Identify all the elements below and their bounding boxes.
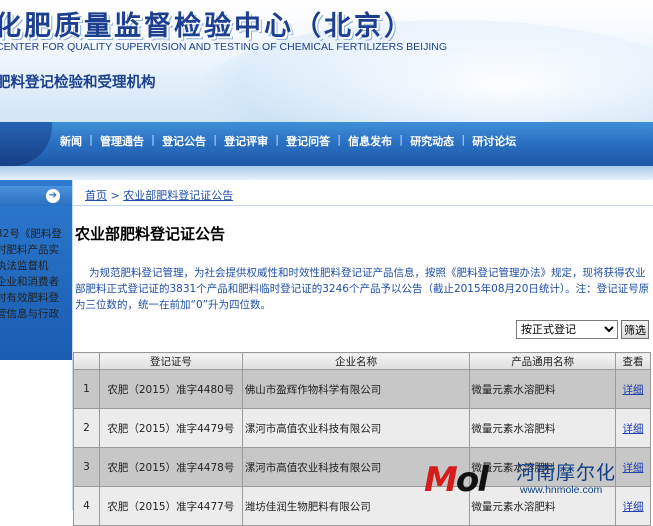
watermark: Mol 河南摩尔化 www.hnmole.com	[424, 458, 653, 510]
main-nav: 新闻 | 管理通告 | 登记公告 | 登记评审 | 登记问答 | 信息发布 | …	[0, 122, 653, 166]
breadcrumb-separator: >	[107, 189, 124, 202]
table-header-row: 登记证号 企业名称 产品通用名称 查看	[73, 352, 651, 370]
col-header-view: 查看	[615, 352, 651, 370]
row-index: 2	[73, 408, 100, 448]
row-cert: 农肥（2015）准字4477号	[98, 486, 243, 526]
breadcrumb: 首页 > 农业部肥料登记证公告	[85, 187, 233, 203]
sidebar-line: 时肥料产品实	[0, 244, 59, 256]
nav-item-registration-review[interactable]: 登记评审	[224, 133, 268, 149]
breadcrumb-underline	[73, 205, 653, 206]
nav-item-research[interactable]: 研究动态	[410, 133, 454, 149]
detail-link[interactable]: 详细	[623, 384, 644, 396]
sidebar-line: 32号《肥料登	[0, 228, 62, 240]
table-row: 2 农肥（2015）准字4479号 漯河市高值农业科技有限公司 微量元素水溶肥料…	[73, 408, 651, 448]
row-index: 3	[73, 447, 100, 487]
col-header-index	[73, 352, 100, 370]
row-cert: 农肥（2015）准字4479号	[98, 408, 243, 448]
row-cert: 农肥（2015）准字4480号	[98, 369, 243, 409]
nav-item-management-notice[interactable]: 管理通告	[100, 133, 144, 149]
nav-left-decoration	[0, 122, 52, 166]
filter-bar: 按正式登记 筛选	[516, 320, 649, 339]
watermark-url: www.hnmole.com	[520, 484, 603, 496]
registration-type-select[interactable]: 按正式登记	[516, 320, 618, 339]
sidebar-line: 营信息与行政	[0, 308, 59, 320]
nav-item-forum[interactable]: 研讨论坛	[472, 133, 516, 149]
sidebar-line: 时有效肥料登	[0, 292, 59, 304]
sidebar-line: 企业和消费者	[0, 276, 59, 288]
col-header-product: 产品通用名称	[469, 352, 617, 370]
page-title: 农业部肥料登记证公告	[75, 225, 226, 243]
filter-button[interactable]: 筛选	[621, 320, 649, 339]
table-row: 1 农肥（2015）准字4480号 佛山市盈辉作物科学有限公司 微量元素水溶肥料…	[73, 369, 651, 409]
col-header-company: 企业名称	[241, 352, 471, 370]
site-header: 化肥质量监督检验中心（北京） CENTER FOR QUALITY SUPERV…	[0, 0, 653, 125]
nav-list: 新闻 | 管理通告 | 登记公告 | 登记评审 | 登记问答 | 信息发布 | …	[60, 133, 517, 149]
breadcrumb-current-link[interactable]: 农业部肥料登记证公告	[123, 189, 233, 202]
nav-item-registration-qa[interactable]: 登记问答	[286, 133, 330, 149]
row-index: 1	[73, 369, 100, 409]
site-subtitle: 肥料登记检验和受理机构	[0, 75, 156, 91]
row-product: 微量元素水溶肥料	[469, 369, 617, 409]
nav-item-registration-announcement[interactable]: 登记公告	[162, 133, 206, 149]
row-company: 漯河市高值农业科技有限公司	[241, 408, 471, 448]
sidebar-text: 32号《肥料登 时肥料产品实 执法监督机 企业和消费者 时有效肥料登 营信息与行…	[0, 226, 72, 322]
arrow-right-icon[interactable]: ➔	[46, 189, 60, 203]
nav-item-info-release[interactable]: 信息发布	[348, 133, 392, 149]
nav-item-news[interactable]: 新闻	[60, 133, 82, 149]
row-index: 4	[73, 486, 100, 526]
watermark-logo: Mol	[424, 460, 489, 500]
watermark-name: 河南摩尔化	[516, 462, 617, 484]
detail-link[interactable]: 详细	[623, 423, 644, 435]
site-title-en: CENTER FOR QUALITY SUPERVISION AND TESTI…	[0, 41, 447, 53]
site-title-cn: 化肥质量监督检验中心（北京）	[0, 11, 414, 42]
row-company: 佛山市盈辉作物科学有限公司	[241, 369, 471, 409]
intro-text: 为规范肥料登记管理，为社会提供权威性和时效性肥料登记证产品信息，按照《肥料登记管…	[75, 267, 650, 311]
nav-shadow	[0, 166, 653, 180]
breadcrumb-home-link[interactable]: 首页	[85, 189, 107, 202]
sidebar-line: 执法监督机	[0, 260, 49, 272]
row-cert: 农肥（2015）准字4478号	[98, 447, 243, 487]
col-header-cert: 登记证号	[98, 352, 243, 370]
sidebar-section-header[interactable]: ➔	[0, 186, 72, 206]
row-product: 微量元素水溶肥料	[469, 408, 617, 448]
